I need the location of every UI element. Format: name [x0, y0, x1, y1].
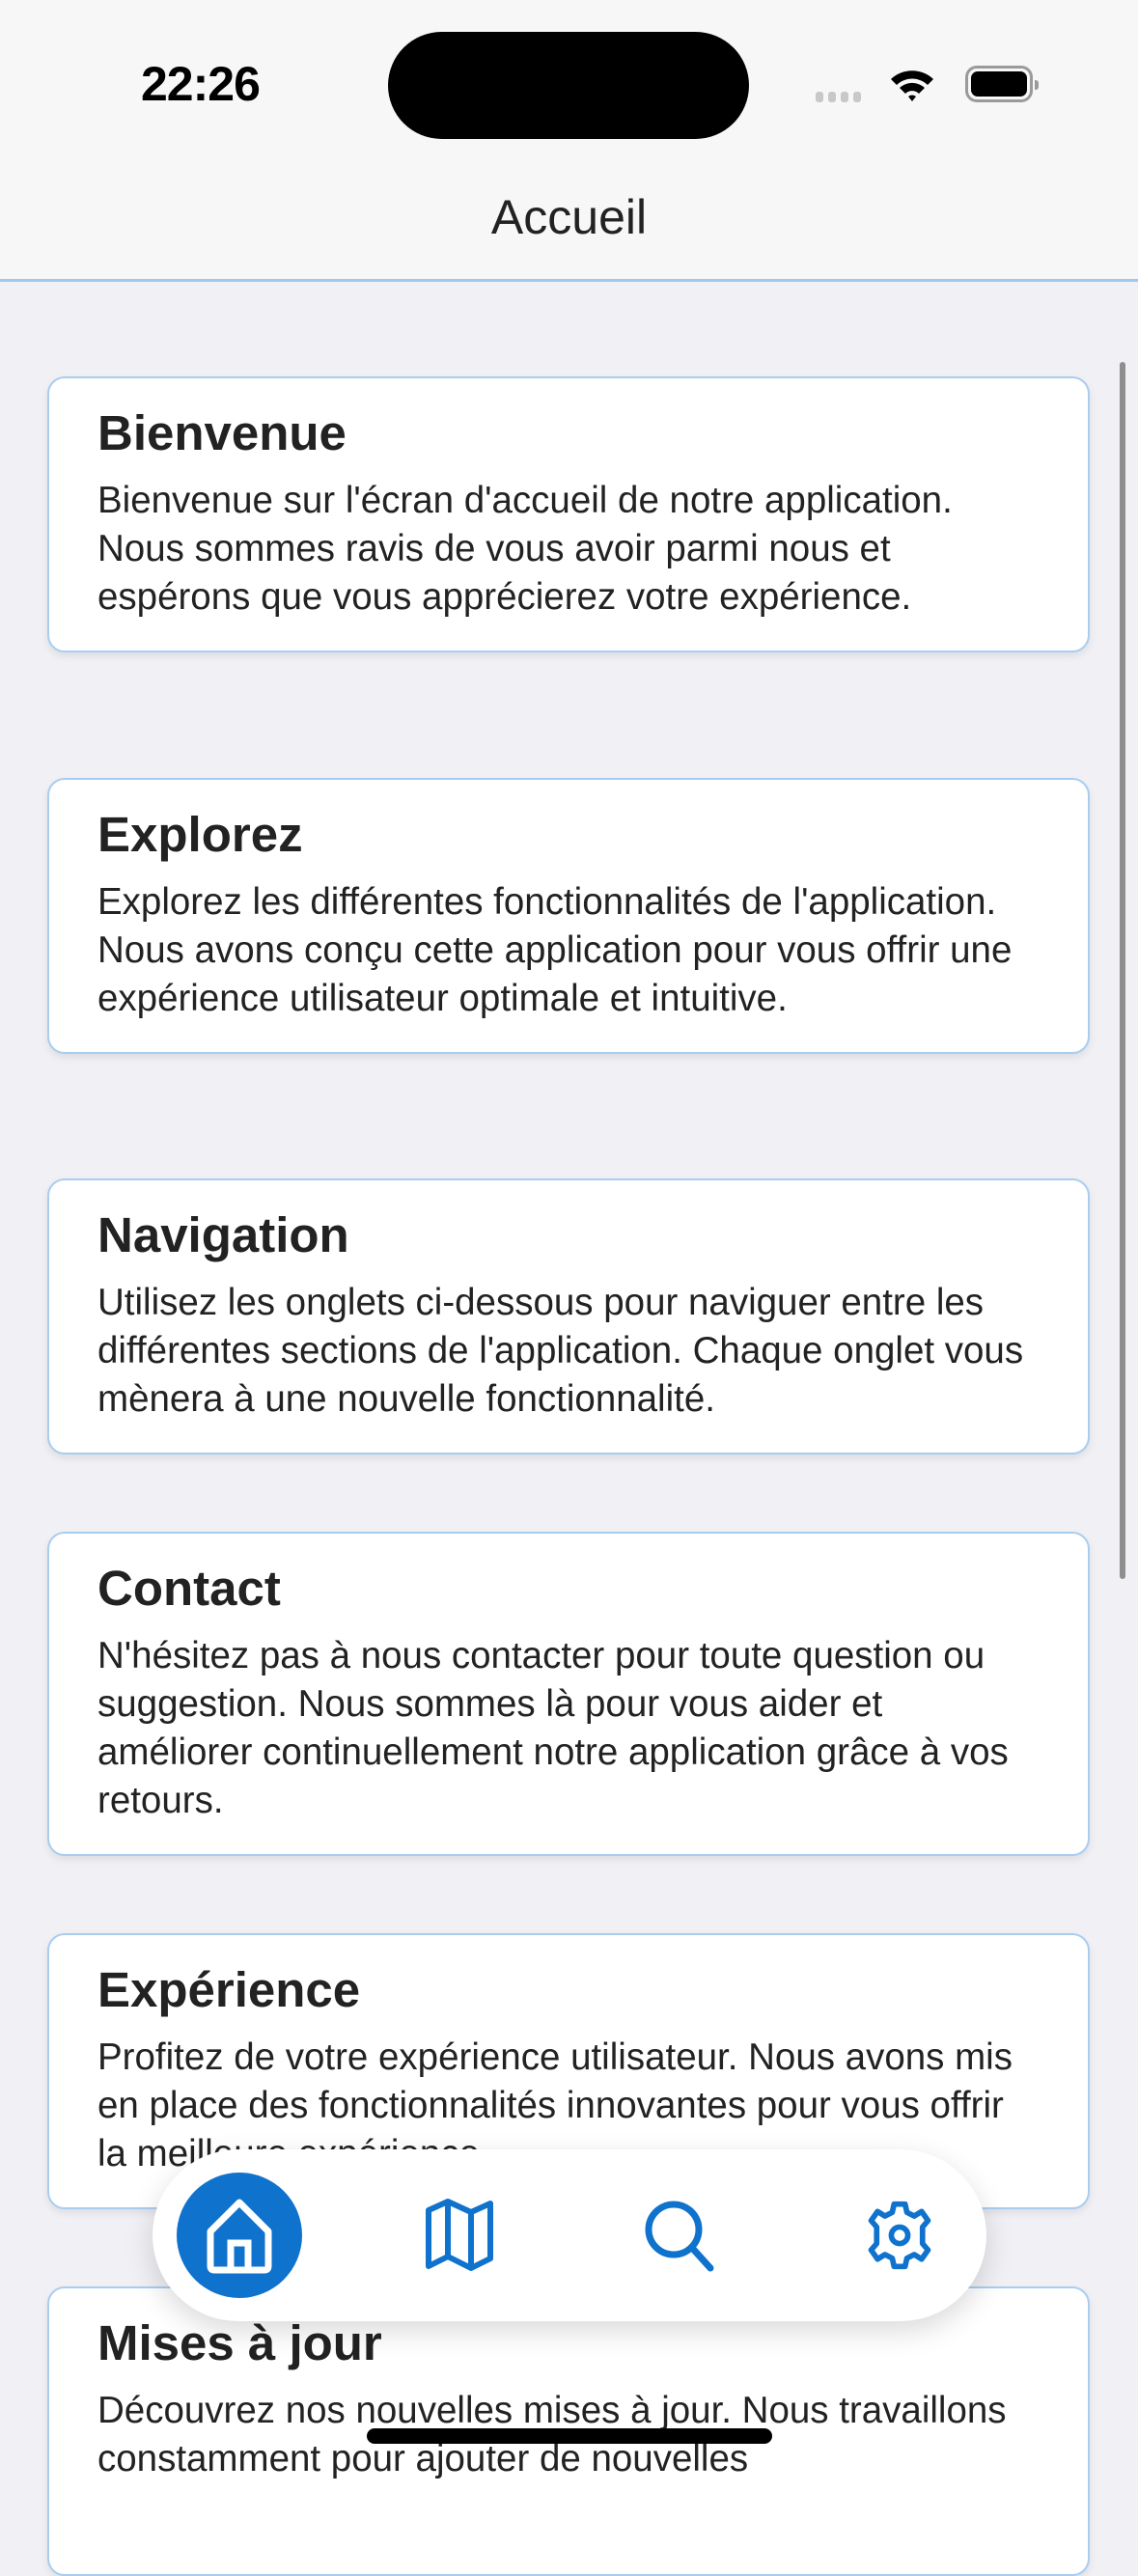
- card-title: Contact: [97, 1561, 281, 1616]
- tab-bar: [153, 2149, 986, 2321]
- gear-icon: [868, 2201, 931, 2270]
- card-explorez: Explorez Explorez les différentes foncti…: [47, 778, 1090, 1054]
- tab-settings[interactable]: [837, 2173, 962, 2298]
- card-title: Bienvenue: [97, 405, 347, 460]
- battery-icon: [965, 66, 1039, 102]
- map-icon: [426, 2199, 493, 2271]
- status-time: 22:26: [141, 57, 261, 111]
- card-title: Navigation: [97, 1207, 349, 1262]
- navigation-header: 22:26 Accueil: [0, 0, 1138, 282]
- card-body: Bienvenue sur l'écran d'accueil de notre…: [97, 480, 953, 618]
- card-title: Mises à jour: [97, 2315, 382, 2370]
- tab-search[interactable]: [617, 2173, 742, 2298]
- home-icon: [207, 2199, 272, 2274]
- card-body: N'hésitez pas à nous contacter pour tout…: [97, 1635, 1009, 1821]
- card-title: Expérience: [97, 1962, 361, 2017]
- card-title: Explorez: [97, 807, 303, 862]
- card-body: Utilisez les onglets ci-dessous pour nav…: [97, 1282, 1024, 1420]
- card-contact: Contact N'hésitez pas à nous contacter p…: [47, 1532, 1090, 1856]
- tab-home[interactable]: [177, 2173, 302, 2298]
- card-navigation: Navigation Utilisez les onglets ci-desso…: [47, 1178, 1090, 1454]
- search-icon: [645, 2201, 714, 2272]
- scrollbar[interactable]: [1120, 362, 1125, 1579]
- tab-map[interactable]: [397, 2173, 522, 2298]
- wifi-icon: [891, 70, 933, 101]
- card-body: Explorez les différentes fonctionnalités…: [97, 881, 1013, 1019]
- page-title: Accueil: [490, 190, 648, 244]
- card-bienvenue: Bienvenue Bienvenue sur l'écran d'accuei…: [47, 376, 1090, 652]
- home-indicator: [367, 2428, 772, 2444]
- cellular-signal-icon: [816, 92, 861, 102]
- dynamic-island: [388, 32, 749, 139]
